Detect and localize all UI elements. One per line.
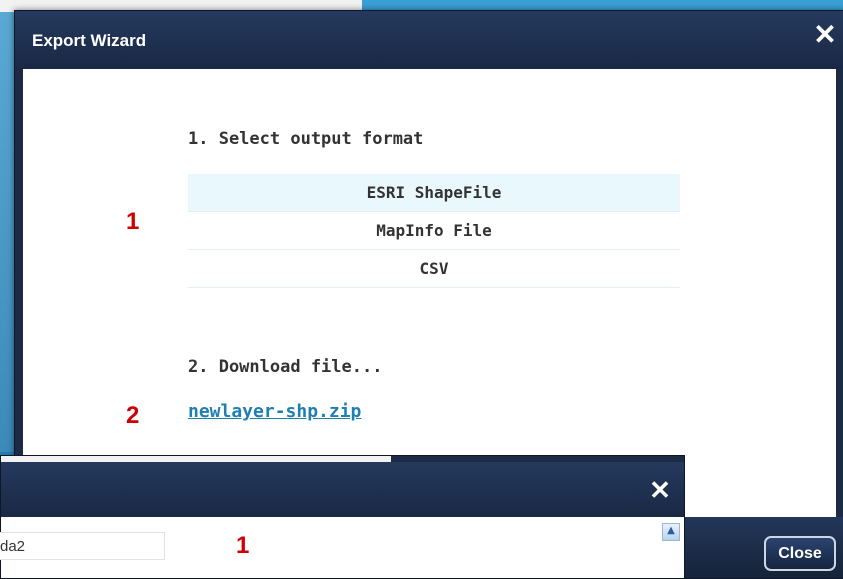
name-field[interactable]: da2 [0, 532, 165, 560]
step1-title: 1. Select output format [188, 129, 424, 149]
output-format-list: ESRI ShapeFile MapInfo File CSV [188, 174, 680, 288]
close-icon[interactable]: ✕ [648, 477, 672, 503]
close-button[interactable]: Close [764, 536, 836, 571]
secondary-dialog: ✕ da2 1 ▲ [0, 455, 685, 579]
dialog-body: 1. Select output format ESRI ShapeFile M… [23, 69, 836, 517]
dialog-title: Export Wizard [32, 31, 147, 50]
step2-title: 2. Download file... [188, 357, 383, 377]
annotation-marker-1: 1 [236, 532, 250, 559]
scroll-up-icon[interactable]: ▲ [662, 523, 680, 541]
download-file-link[interactable]: newlayer-shp.zip [188, 401, 361, 422]
secondary-dialog-body: da2 1 ▲ [0, 517, 684, 578]
secondary-dialog-titlebar[interactable]: ✕ [1, 462, 684, 517]
annotation-marker-2: 2 [126, 402, 140, 429]
dialog-titlebar[interactable]: Export Wizard ✕ [15, 11, 843, 69]
close-icon[interactable]: ✕ [812, 21, 838, 49]
format-option-esri-shapefile[interactable]: ESRI ShapeFile [188, 174, 680, 212]
annotation-marker-1: 1 [126, 208, 140, 235]
format-option-csv[interactable]: CSV [188, 250, 680, 288]
format-option-mapinfo-file[interactable]: MapInfo File [188, 212, 680, 250]
